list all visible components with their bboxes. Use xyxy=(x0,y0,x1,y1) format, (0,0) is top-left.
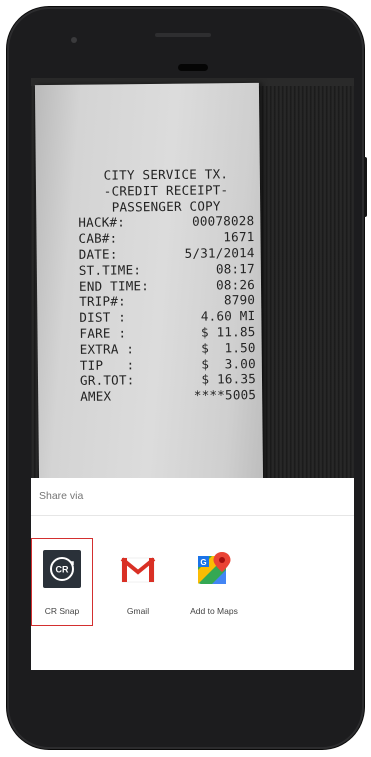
power-button xyxy=(364,157,367,217)
receipt-photo: CITY SERVICE TX. -CREDIT RECEIPT- PASSEN… xyxy=(31,78,354,478)
receipt-line: DATE: 5/31/2014 xyxy=(78,245,255,262)
receipt-header-line: PASSENGER COPY xyxy=(111,198,221,215)
google-maps-icon: G xyxy=(195,550,233,588)
share-target-label: Gmail xyxy=(126,606,150,616)
gmail-icon xyxy=(119,550,157,588)
cr-snap-icon: CR xyxy=(43,550,81,588)
receipt-text: CITY SERVICE TX. -CREDIT RECEIPT- PASSEN… xyxy=(78,166,256,405)
receipt-line: CAB#: 1671 xyxy=(78,229,255,247)
share-target-cr-snap[interactable]: CR CR Snap xyxy=(31,534,97,626)
receipt-line: HACK#: 00078028 xyxy=(78,213,255,231)
receipt-line: DIST :4.60 MI xyxy=(79,308,256,326)
share-target-label: Add to Maps xyxy=(190,606,238,616)
front-camera-icon xyxy=(71,37,77,43)
receipt-line: TIP : $ 3.00 xyxy=(79,355,256,373)
svg-text:CR: CR xyxy=(56,565,69,575)
svg-text:G: G xyxy=(200,558,206,567)
receipt-line: GR.TOT: $ 16.35 xyxy=(79,371,257,389)
receipt-line: EXTRA : $ 1.50 xyxy=(79,339,256,357)
top-speaker xyxy=(155,33,211,37)
share-target-gmail[interactable]: Gmail xyxy=(103,534,173,626)
receipt-line: FARE : $ 11.85 xyxy=(79,324,256,341)
receipt-header-line: -CREDIT RECEIPT- xyxy=(103,182,229,199)
share-sheet-title: Share via xyxy=(39,490,84,502)
share-target-add-to-maps[interactable]: G Add to Maps xyxy=(179,534,249,626)
share-sheet-divider xyxy=(31,515,354,516)
receipt-line: ST.TIME: 08:17 xyxy=(78,260,255,278)
earpiece-speaker xyxy=(178,64,208,71)
receipt-line: AMEX ****5005 xyxy=(80,387,257,405)
receipt-line: TRIP#: 8790 xyxy=(79,292,256,310)
receipt-header-line: CITY SERVICE TX. xyxy=(103,166,229,183)
share-sheet: Share via CR CR Snap Gmail G Add to Maps xyxy=(31,478,354,670)
receipt-line: END TIME: 08:26 xyxy=(78,276,256,294)
phone-screen: CITY SERVICE TX. -CREDIT RECEIPT- PASSEN… xyxy=(31,78,354,670)
share-target-label: CR Snap xyxy=(44,606,80,616)
